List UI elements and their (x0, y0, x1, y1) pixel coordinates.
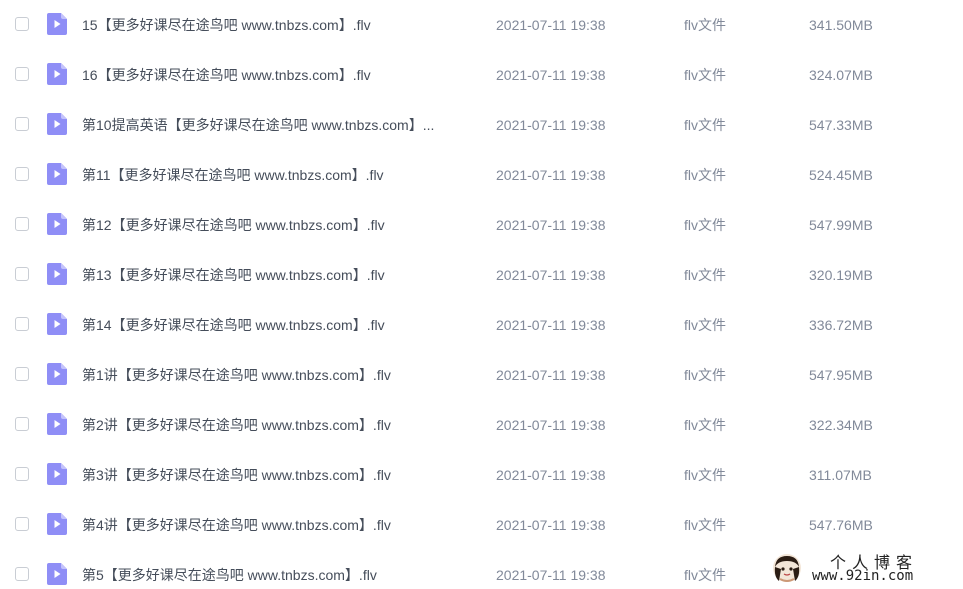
file-row[interactable]: 第4讲【更多好课尽在途鸟吧 www.tnbzs.com】.flv 2021-07… (0, 500, 963, 550)
file-size: 547.95MB (809, 367, 873, 383)
file-size: 336.72MB (809, 317, 873, 333)
file-list: 15【更多好课尽在途鸟吧 www.tnbzs.com】.flv 2021-07-… (0, 0, 963, 589)
file-row[interactable]: 第1讲【更多好课尽在途鸟吧 www.tnbzs.com】.flv 2021-07… (0, 350, 963, 400)
file-size: 547.76MB (809, 517, 873, 533)
file-row[interactable]: 第11【更多好课尽在途鸟吧 www.tnbzs.com】.flv 2021-07… (0, 150, 963, 200)
watermark-url: www.92in.com (812, 568, 914, 584)
file-name[interactable]: 第10提高英语【更多好课尽在途鸟吧 www.tnbzs.com】... (82, 100, 482, 150)
file-size: 341.50MB (809, 17, 873, 33)
row-checkbox[interactable] (15, 67, 29, 81)
file-name[interactable]: 第12【更多好课尽在途鸟吧 www.tnbzs.com】.flv (82, 200, 482, 250)
file-size: 524.45MB (809, 167, 873, 183)
video-file-icon (47, 513, 67, 535)
file-date: 2021-07-11 19:38 (496, 117, 606, 133)
file-name[interactable]: 第11【更多好课尽在途鸟吧 www.tnbzs.com】.flv (82, 150, 482, 200)
file-date: 2021-07-11 19:38 (496, 417, 606, 433)
file-name[interactable]: 第3讲【更多好课尽在途鸟吧 www.tnbzs.com】.flv (82, 450, 482, 500)
file-name[interactable]: 第4讲【更多好课尽在途鸟吧 www.tnbzs.com】.flv (82, 500, 482, 550)
file-type: flv文件 (684, 167, 726, 183)
file-name[interactable]: 第5【更多好课尽在途鸟吧 www.tnbzs.com】.flv (82, 550, 482, 589)
file-date: 2021-07-11 19:38 (496, 217, 606, 233)
file-date: 2021-07-11 19:38 (496, 167, 606, 183)
file-row[interactable]: 第14【更多好课尽在途鸟吧 www.tnbzs.com】.flv 2021-07… (0, 300, 963, 350)
file-name[interactable]: 16【更多好课尽在途鸟吧 www.tnbzs.com】.flv (82, 50, 482, 100)
row-checkbox[interactable] (15, 317, 29, 331)
video-file-icon (47, 463, 67, 485)
row-checkbox[interactable] (15, 117, 29, 131)
video-file-icon (47, 313, 67, 335)
video-file-icon (47, 413, 67, 435)
file-type: flv文件 (684, 517, 726, 533)
file-name[interactable]: 第13【更多好课尽在途鸟吧 www.tnbzs.com】.flv (82, 250, 482, 300)
blog-watermark: 个人博客 www.92in.com (768, 550, 960, 586)
file-size: 547.99MB (809, 217, 873, 233)
file-date: 2021-07-11 19:38 (496, 567, 606, 583)
file-type: flv文件 (684, 17, 726, 33)
file-type: flv文件 (684, 467, 726, 483)
video-file-icon (47, 563, 67, 585)
file-type: flv文件 (684, 417, 726, 433)
file-name[interactable]: 第2讲【更多好课尽在途鸟吧 www.tnbzs.com】.flv (82, 400, 482, 450)
file-size: 322.34MB (809, 417, 873, 433)
file-size: 547.33MB (809, 117, 873, 133)
video-file-icon (47, 63, 67, 85)
file-type: flv文件 (684, 67, 726, 83)
video-file-icon (47, 163, 67, 185)
file-type: flv文件 (684, 267, 726, 283)
file-row[interactable]: 第3讲【更多好课尽在途鸟吧 www.tnbzs.com】.flv 2021-07… (0, 450, 963, 500)
video-file-icon (47, 263, 67, 285)
file-row[interactable]: 第10提高英语【更多好课尽在途鸟吧 www.tnbzs.com】... 2021… (0, 100, 963, 150)
video-file-icon (47, 113, 67, 135)
row-checkbox[interactable] (15, 467, 29, 481)
avatar-icon (773, 554, 801, 582)
row-checkbox[interactable] (15, 417, 29, 431)
file-row[interactable]: 15【更多好课尽在途鸟吧 www.tnbzs.com】.flv 2021-07-… (0, 0, 963, 50)
file-name[interactable]: 第14【更多好课尽在途鸟吧 www.tnbzs.com】.flv (82, 300, 482, 350)
file-row[interactable]: 第12【更多好课尽在途鸟吧 www.tnbzs.com】.flv 2021-07… (0, 200, 963, 250)
file-row[interactable]: 16【更多好课尽在途鸟吧 www.tnbzs.com】.flv 2021-07-… (0, 50, 963, 100)
file-size: 324.07MB (809, 67, 873, 83)
file-date: 2021-07-11 19:38 (496, 367, 606, 383)
file-name[interactable]: 第1讲【更多好课尽在途鸟吧 www.tnbzs.com】.flv (82, 350, 482, 400)
file-date: 2021-07-11 19:38 (496, 17, 606, 33)
video-file-icon (47, 13, 67, 35)
file-type: flv文件 (684, 567, 726, 583)
row-checkbox[interactable] (15, 17, 29, 31)
file-type: flv文件 (684, 317, 726, 333)
file-date: 2021-07-11 19:38 (496, 267, 606, 283)
file-name[interactable]: 15【更多好课尽在途鸟吧 www.tnbzs.com】.flv (82, 0, 482, 50)
file-type: flv文件 (684, 367, 726, 383)
file-date: 2021-07-11 19:38 (496, 517, 606, 533)
row-checkbox[interactable] (15, 167, 29, 181)
row-checkbox[interactable] (15, 517, 29, 531)
file-row[interactable]: 第2讲【更多好课尽在途鸟吧 www.tnbzs.com】.flv 2021-07… (0, 400, 963, 450)
file-row[interactable]: 第13【更多好课尽在途鸟吧 www.tnbzs.com】.flv 2021-07… (0, 250, 963, 300)
row-checkbox[interactable] (15, 567, 29, 581)
video-file-icon (47, 213, 67, 235)
file-type: flv文件 (684, 217, 726, 233)
file-type: flv文件 (684, 117, 726, 133)
row-checkbox[interactable] (15, 267, 29, 281)
file-date: 2021-07-11 19:38 (496, 317, 606, 333)
file-size: 320.19MB (809, 267, 873, 283)
row-checkbox[interactable] (15, 367, 29, 381)
file-date: 2021-07-11 19:38 (496, 467, 606, 483)
file-size: 311.07MB (809, 467, 872, 483)
file-date: 2021-07-11 19:38 (496, 67, 606, 83)
video-file-icon (47, 363, 67, 385)
row-checkbox[interactable] (15, 217, 29, 231)
